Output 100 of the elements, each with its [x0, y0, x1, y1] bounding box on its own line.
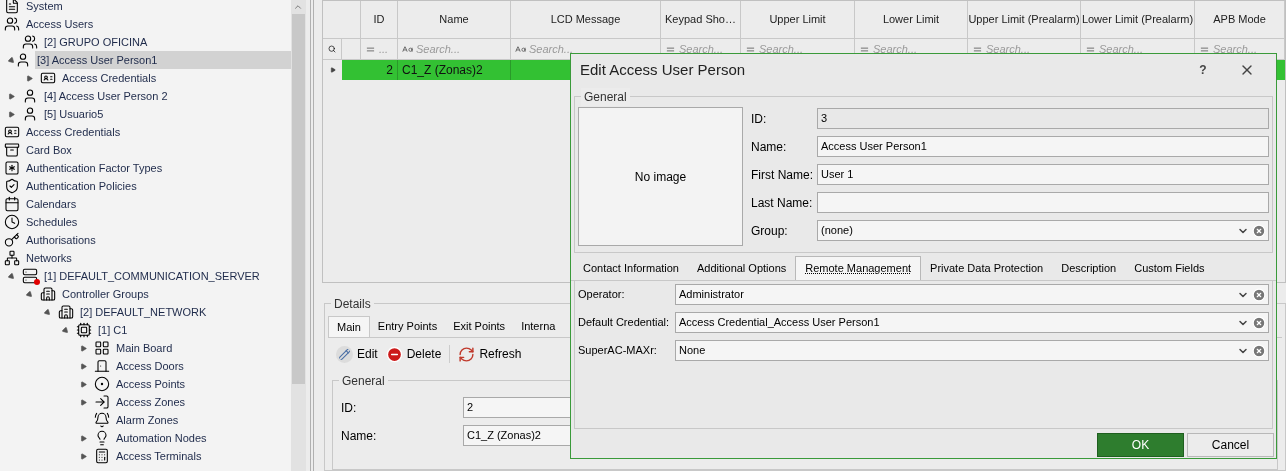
asterisk-icon: [4, 160, 20, 176]
tab[interactable]: Contact Information: [574, 256, 688, 280]
scroll-thumb[interactable]: [291, 14, 305, 384]
tree-item[interactable]: Authentication Policies: [24, 177, 139, 195]
toolbar-button[interactable]: Edit: [336, 345, 378, 363]
column-header[interactable]: Upper Limit: [741, 1, 855, 38]
person-icon: [22, 88, 38, 104]
column-header[interactable]: Upper Limit (Prealarm): [968, 1, 1081, 38]
tree-item[interactable]: Networks: [24, 249, 74, 267]
tree-item[interactable]: Alarm Zones: [114, 411, 181, 429]
shield-icon: [4, 178, 20, 194]
clear-icon[interactable]: [1252, 315, 1266, 330]
tab[interactable]: Private Data Protection: [921, 256, 1053, 280]
tree-item[interactable]: [5] Usuario5: [42, 105, 106, 123]
clear-icon[interactable]: [1252, 343, 1266, 358]
field-label: Last Name:: [751, 194, 814, 212]
id-card-icon: [40, 70, 56, 86]
tree-item[interactable]: Calendars: [24, 195, 79, 213]
tab[interactable]: Main: [328, 316, 370, 337]
combo-box[interactable]: None: [675, 340, 1269, 361]
building-icon: [58, 304, 74, 320]
photo-field[interactable]: No image: [578, 107, 743, 246]
tab[interactable]: Interna: [513, 316, 564, 337]
help-button[interactable]: ?: [1193, 61, 1213, 79]
network-icon: [4, 250, 20, 266]
input-field[interactable]: User 1: [817, 164, 1269, 185]
tree-item[interactable]: System: [24, 0, 65, 15]
tab[interactable]: Remote Management: [795, 256, 922, 280]
combo-box[interactable]: Access Credential_Access User Person1: [675, 312, 1269, 333]
minus-icon: [385, 345, 403, 363]
calendar-icon: [4, 196, 20, 212]
tree-item[interactable]: Card Box: [24, 141, 74, 159]
input-field[interactable]: 3: [817, 108, 1269, 129]
tree-item[interactable]: Access Doors: [114, 357, 186, 375]
text-type-icon: [402, 43, 413, 55]
tab[interactable]: Description: [1052, 256, 1126, 280]
column-header[interactable]: Name: [398, 1, 511, 38]
door-icon: [94, 358, 110, 374]
tree-item[interactable]: [3] Access User Person1: [35, 51, 291, 69]
collapsed-arrow-icon[interactable]: [80, 344, 87, 352]
tree-item[interactable]: Automation Nodes: [114, 429, 209, 447]
field-label: Default Credential:: [578, 315, 671, 331]
expanded-arrow-icon[interactable]: [6, 271, 17, 281]
collapsed-arrow-icon[interactable]: [80, 398, 87, 406]
tree-item[interactable]: [1] C1: [96, 321, 130, 339]
tree-item[interactable]: Access Credentials: [24, 123, 123, 141]
tree-item[interactable]: Access Terminals: [114, 447, 204, 465]
toolbar-button[interactable]: Delete: [385, 345, 442, 363]
document-icon: [4, 0, 20, 14]
building-icon: [40, 286, 56, 302]
tree-item[interactable]: Authorisations: [24, 231, 98, 249]
collapsed-arrow-icon[interactable]: [8, 92, 15, 100]
column-header[interactable]: Lower Limit (Prealarm): [1081, 1, 1195, 38]
expanded-arrow-icon[interactable]: [42, 307, 53, 317]
tree-item[interactable]: Access Users: [24, 15, 96, 33]
collapsed-arrow-icon[interactable]: [80, 452, 87, 460]
tree-item[interactable]: [4] Access User Person 2: [42, 87, 170, 105]
toolbar-button[interactable]: Refresh: [449, 345, 522, 363]
tree-item[interactable]: Main Board: [114, 339, 175, 357]
expanded-arrow-icon[interactable]: [60, 325, 71, 335]
tree-item[interactable]: [2] GRUPO OFICINA: [42, 33, 150, 51]
box-icon: [4, 142, 20, 158]
row-pointer-icon: [329, 67, 336, 73]
tab[interactable]: Exit Points: [445, 316, 514, 337]
search-icon: [328, 45, 336, 53]
table-cell: C1_Z (Zonas)2: [398, 60, 511, 80]
refresh-icon: [458, 345, 476, 363]
column-header[interactable]: Keypad Sho…: [661, 1, 741, 38]
collapsed-arrow-icon[interactable]: [8, 110, 15, 118]
cancel-button[interactable]: Cancel: [1187, 433, 1274, 457]
tab[interactable]: Custom Fields: [1125, 256, 1214, 280]
collapsed-arrow-icon[interactable]: [80, 434, 87, 442]
tree-item[interactable]: Authentication Factor Types: [24, 159, 165, 177]
clear-icon[interactable]: [1252, 223, 1266, 238]
tab[interactable]: Entry Points: [369, 316, 446, 337]
collapsed-arrow-icon[interactable]: [80, 380, 87, 388]
column-header[interactable]: APB Mode: [1195, 1, 1285, 38]
tree-item[interactable]: Controller Groups: [60, 285, 151, 303]
tree-item[interactable]: [1] DEFAULT_COMMUNICATION_SERVER: [42, 267, 262, 285]
combo-box[interactable]: (none): [817, 220, 1269, 241]
expanded-arrow-icon[interactable]: [6, 55, 17, 65]
tree-item[interactable]: Access Zones: [114, 393, 188, 411]
collapsed-arrow-icon[interactable]: [80, 362, 87, 370]
tree-item[interactable]: [2] DEFAULT_NETWORK: [78, 303, 209, 321]
ok-button[interactable]: OK: [1097, 433, 1184, 457]
column-header[interactable]: LCD Message: [511, 1, 661, 38]
tree-item[interactable]: Access Credentials: [60, 69, 159, 87]
input-field[interactable]: Access User Person1: [817, 136, 1269, 157]
column-header[interactable]: ID: [361, 1, 398, 38]
column-header[interactable]: Lower Limit: [855, 1, 968, 38]
clear-icon[interactable]: [1252, 287, 1266, 302]
collapsed-arrow-icon[interactable]: [26, 74, 33, 82]
tree-item[interactable]: Schedules: [24, 213, 80, 231]
field-label: First Name:: [751, 166, 814, 184]
keypad-icon: [94, 376, 110, 392]
tree-item[interactable]: Access Points: [114, 375, 188, 393]
tab[interactable]: Additional Options: [688, 256, 796, 280]
combo-box[interactable]: Administrator: [675, 284, 1269, 305]
expanded-arrow-icon[interactable]: [24, 289, 35, 299]
input-field[interactable]: [817, 192, 1269, 213]
